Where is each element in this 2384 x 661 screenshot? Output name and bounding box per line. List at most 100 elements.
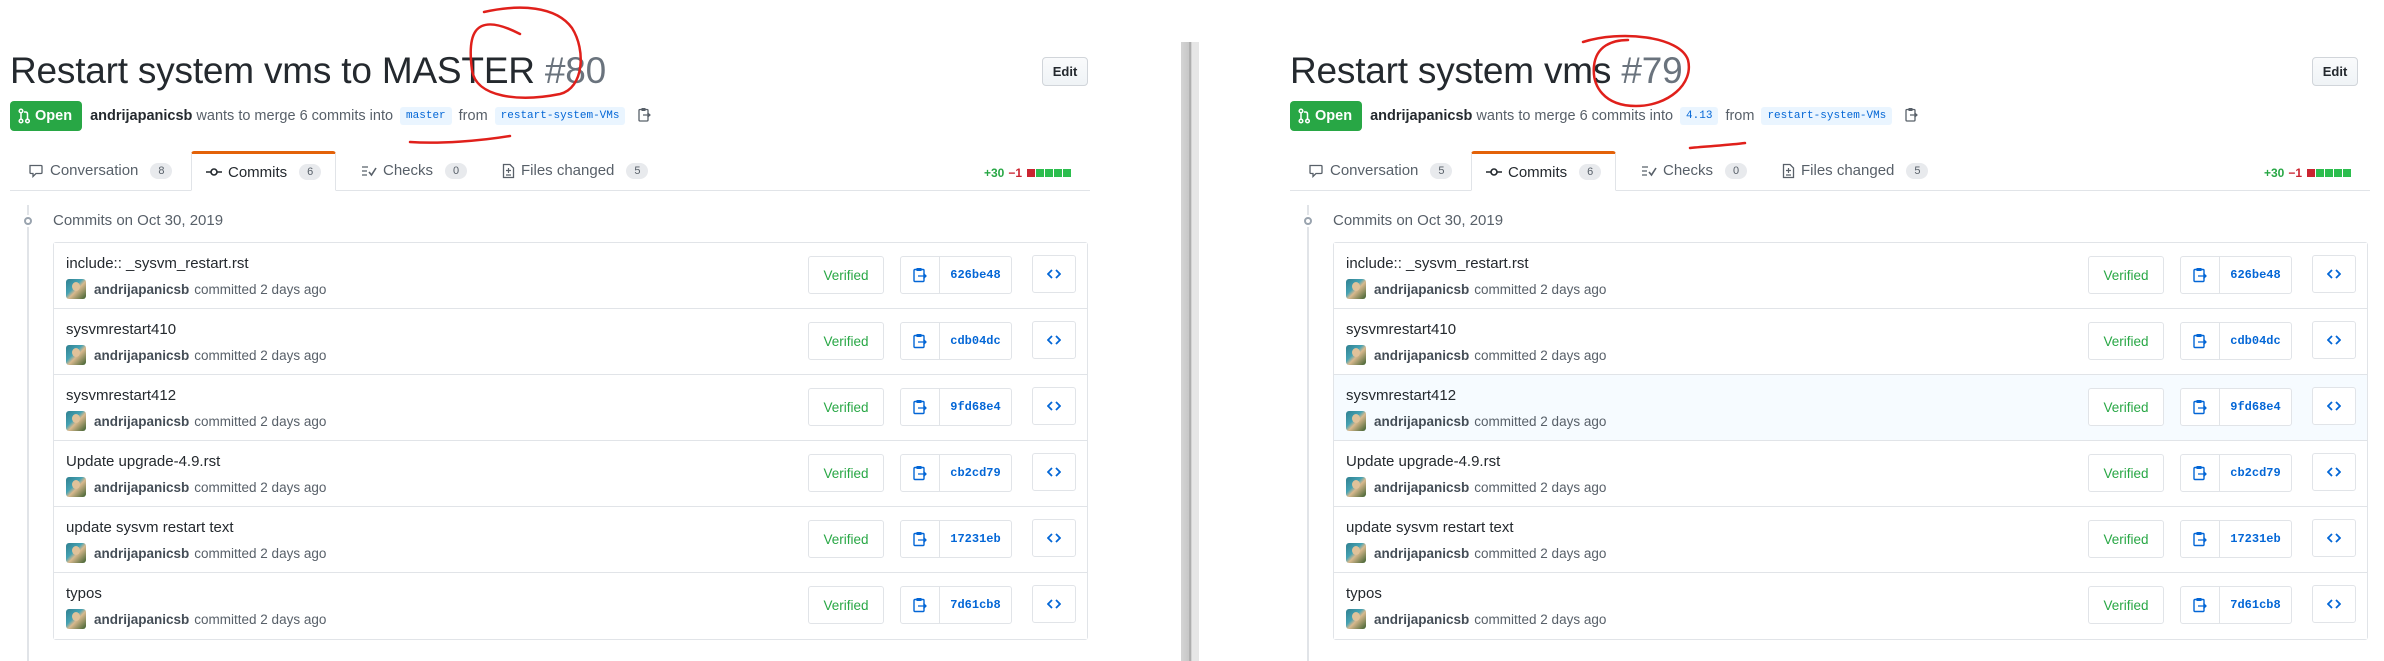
commit-sha-link[interactable]: cdb04dc — [940, 323, 1011, 359]
browse-code-button[interactable] — [1032, 387, 1076, 425]
browse-code-button[interactable] — [1032, 585, 1076, 623]
browse-code-button[interactable] — [1032, 255, 1076, 293]
tab-conversation[interactable]: Conversation 5 — [1294, 151, 1466, 190]
commit-sha-link[interactable]: 626be48 — [940, 257, 1011, 293]
avatar[interactable] — [1346, 609, 1366, 629]
commit-sha-link[interactable]: 9fd68e4 — [940, 389, 1011, 425]
commit-message-link[interactable]: typos — [1346, 585, 1382, 602]
commit-message-link[interactable]: sysvmrestart412 — [1346, 387, 1456, 404]
head-branch[interactable]: restart-system-VMs — [1761, 107, 1893, 125]
verified-badge[interactable]: Verified — [2088, 454, 2164, 492]
commit-message-link[interactable]: update sysvm restart text — [1346, 519, 1514, 536]
commit-sha-link[interactable]: 17231eb — [940, 521, 1011, 557]
tab-commits[interactable]: Commits 6 — [191, 151, 337, 191]
base-branch[interactable]: 4.13 — [1680, 107, 1719, 125]
commit-message-link[interactable]: typos — [66, 585, 102, 602]
verified-badge[interactable]: Verified — [808, 388, 884, 426]
copy-sha-button[interactable] — [2181, 389, 2220, 425]
commit-author-link[interactable]: andrijapanicsb — [1374, 414, 1469, 429]
copy-sha-button[interactable] — [2181, 455, 2220, 491]
avatar[interactable] — [1346, 477, 1366, 497]
pr-author-link[interactable]: andrijapanicsb — [1370, 108, 1472, 124]
commit-sha-link[interactable]: cb2cd79 — [940, 455, 1011, 491]
commit-author-link[interactable]: andrijapanicsb — [94, 546, 189, 561]
diffstat[interactable]: +30 −1 — [984, 166, 1072, 180]
copy-sha-button[interactable] — [901, 455, 940, 491]
commit-sha-link[interactable]: 17231eb — [2220, 521, 2291, 557]
verified-badge[interactable]: Verified — [2088, 388, 2164, 426]
tab-conversation[interactable]: Conversation 8 — [14, 151, 186, 190]
commit-author-link[interactable]: andrijapanicsb — [94, 282, 189, 297]
commit-message-link[interactable]: sysvmrestart410 — [1346, 321, 1456, 338]
browse-code-button[interactable] — [1032, 453, 1076, 491]
copy-sha-button[interactable] — [901, 587, 940, 623]
avatar[interactable] — [66, 279, 86, 299]
browse-code-button[interactable] — [1032, 321, 1076, 359]
edit-button[interactable]: Edit — [1042, 57, 1088, 86]
commit-author-link[interactable]: andrijapanicsb — [1374, 480, 1469, 495]
commit-author-link[interactable]: andrijapanicsb — [1374, 546, 1469, 561]
tab-checks[interactable]: Checks 0 — [1627, 151, 1761, 190]
browse-code-button[interactable] — [2312, 255, 2356, 293]
commit-sha-link[interactable]: 7d61cb8 — [2220, 587, 2291, 623]
commit-message-link[interactable]: sysvmrestart412 — [66, 387, 176, 404]
verified-badge[interactable]: Verified — [808, 454, 884, 492]
copy-sha-button[interactable] — [2181, 521, 2220, 557]
browse-code-button[interactable] — [1032, 519, 1076, 557]
copy-sha-button[interactable] — [2181, 257, 2220, 293]
avatar[interactable] — [1346, 345, 1366, 365]
avatar[interactable] — [1346, 543, 1366, 563]
browse-code-button[interactable] — [2312, 453, 2356, 491]
tab-checks[interactable]: Checks 0 — [347, 151, 481, 190]
commit-sha-link[interactable]: 7d61cb8 — [940, 587, 1011, 623]
copy-sha-button[interactable] — [901, 521, 940, 557]
commit-sha-link[interactable]: cdb04dc — [2220, 323, 2291, 359]
pr-author-link[interactable]: andrijapanicsb — [90, 108, 192, 124]
tab-files-changed[interactable]: Files changed 5 — [1768, 151, 1942, 190]
copy-sha-button[interactable] — [901, 389, 940, 425]
commit-message-link[interactable]: Update upgrade-4.9.rst — [1346, 453, 1500, 470]
copy-branch-icon[interactable] — [638, 107, 652, 126]
commit-message-link[interactable]: update sysvm restart text — [66, 519, 234, 536]
commit-message-link[interactable]: sysvmrestart410 — [66, 321, 176, 338]
commit-message-link[interactable]: include:: _sysvm_restart.rst — [1346, 255, 1529, 272]
avatar[interactable] — [66, 477, 86, 497]
commit-author-link[interactable]: andrijapanicsb — [94, 612, 189, 627]
commit-sha-link[interactable]: cb2cd79 — [2220, 455, 2291, 491]
head-branch[interactable]: restart-system-VMs — [494, 107, 626, 125]
tab-files-changed[interactable]: Files changed 5 — [488, 151, 662, 190]
browse-code-button[interactable] — [2312, 387, 2356, 425]
copy-branch-icon[interactable] — [1905, 107, 1919, 126]
avatar[interactable] — [1346, 279, 1366, 299]
commit-author-link[interactable]: andrijapanicsb — [94, 348, 189, 363]
avatar[interactable] — [66, 411, 86, 431]
commit-author-link[interactable]: andrijapanicsb — [94, 480, 189, 495]
verified-badge[interactable]: Verified — [2088, 322, 2164, 360]
copy-sha-button[interactable] — [2181, 587, 2220, 623]
verified-badge[interactable]: Verified — [2088, 520, 2164, 558]
browse-code-button[interactable] — [2312, 321, 2356, 359]
diffstat[interactable]: +30 −1 — [2264, 166, 2352, 180]
commit-author-link[interactable]: andrijapanicsb — [1374, 282, 1469, 297]
avatar[interactable] — [1346, 411, 1366, 431]
browse-code-button[interactable] — [2312, 585, 2356, 623]
commit-message-link[interactable]: include:: _sysvm_restart.rst — [66, 255, 249, 272]
verified-badge[interactable]: Verified — [808, 322, 884, 360]
verified-badge[interactable]: Verified — [808, 256, 884, 294]
commit-author-link[interactable]: andrijapanicsb — [94, 414, 189, 429]
commit-sha-link[interactable]: 9fd68e4 — [2220, 389, 2291, 425]
edit-button[interactable]: Edit — [2312, 57, 2358, 86]
commit-message-link[interactable]: Update upgrade-4.9.rst — [66, 453, 220, 470]
verified-badge[interactable]: Verified — [2088, 256, 2164, 294]
copy-sha-button[interactable] — [901, 257, 940, 293]
verified-badge[interactable]: Verified — [808, 520, 884, 558]
commit-sha-link[interactable]: 626be48 — [2220, 257, 2291, 293]
verified-badge[interactable]: Verified — [2088, 586, 2164, 624]
browse-code-button[interactable] — [2312, 519, 2356, 557]
commit-author-link[interactable]: andrijapanicsb — [1374, 348, 1469, 363]
tab-commits[interactable]: Commits 6 — [1471, 151, 1617, 191]
commit-author-link[interactable]: andrijapanicsb — [1374, 612, 1469, 627]
verified-badge[interactable]: Verified — [808, 586, 884, 624]
avatar[interactable] — [66, 345, 86, 365]
avatar[interactable] — [66, 609, 86, 629]
